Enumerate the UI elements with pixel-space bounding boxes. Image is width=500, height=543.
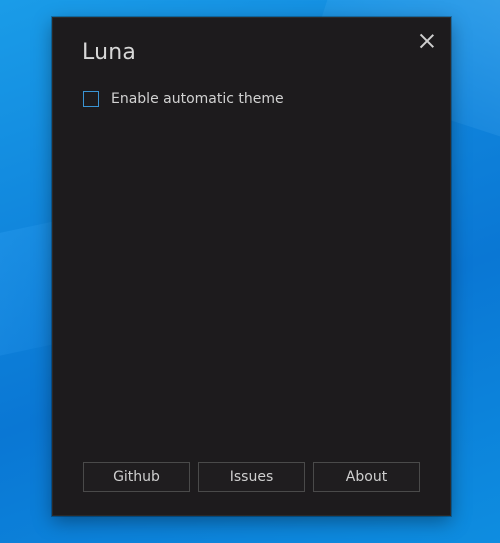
window-title: Luna (82, 40, 137, 65)
close-icon[interactable] (418, 32, 436, 50)
luna-window: Luna Enable automatic theme Github Issue… (52, 17, 451, 516)
about-button[interactable]: About (313, 462, 420, 492)
auto-theme-label: Enable automatic theme (111, 91, 284, 107)
footer-buttons: Github Issues About (83, 462, 420, 492)
github-button[interactable]: Github (83, 462, 190, 492)
issues-button[interactable]: Issues (198, 462, 305, 492)
auto-theme-checkbox[interactable] (83, 91, 99, 107)
auto-theme-option[interactable]: Enable automatic theme (83, 91, 284, 107)
